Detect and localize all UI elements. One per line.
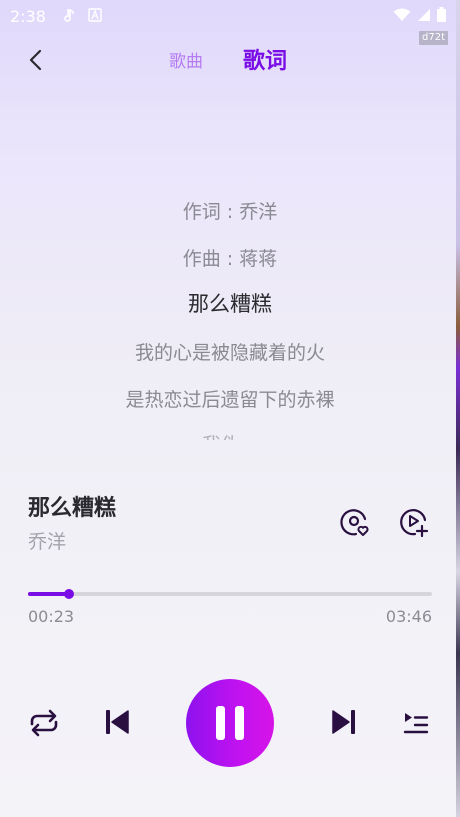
lyric-line[interactable]: 是热恋过后遗留下的赤裸 (0, 385, 460, 412)
skip-next-icon (332, 710, 355, 734)
playlist-button[interactable] (402, 710, 430, 736)
repeat-icon (30, 709, 58, 737)
lyric-line[interactable]: 我的心是被隐藏着的火 (0, 338, 460, 365)
skip-previous-icon (106, 710, 129, 734)
progress-thumb[interactable] (63, 589, 74, 599)
play-pause-button[interactable] (186, 679, 274, 767)
app-a-icon (88, 8, 104, 24)
lyrics-view[interactable]: 作词 : 乔洋 作曲 : 蒋蒋 那么糟糕 我的心是被隐藏着的火 是热恋过后遗留下… (0, 180, 460, 440)
lyric-line[interactable]: 作曲 : 蒋蒋 (0, 244, 460, 271)
lyric-line-current[interactable]: 那么糟糕 (0, 288, 460, 318)
lyric-line[interactable]: 我伪... (0, 430, 460, 440)
previous-button[interactable] (104, 708, 130, 736)
tab-song[interactable]: 歌曲 (169, 47, 203, 72)
signal-icon (417, 7, 431, 26)
tab-bar: 歌曲 歌词 (0, 36, 456, 82)
repeat-button[interactable] (26, 706, 62, 740)
pause-icon (211, 706, 249, 740)
progress-fill (28, 592, 69, 596)
song-artist[interactable]: 乔洋 (28, 527, 66, 554)
wifi-icon (393, 7, 411, 26)
header: 歌曲 歌词 (0, 36, 456, 82)
add-to-playlist-button[interactable] (397, 505, 431, 539)
current-time: 00:23 (28, 607, 75, 626)
player-screen: 2:38 d72t 歌曲 歌词 作词 : 乔洋 作曲: 蒋蒋 那么糟糕 我的心… (0, 0, 460, 817)
play-add-icon (400, 509, 429, 538)
progress-bar[interactable] (28, 589, 432, 599)
battery-icon (437, 6, 446, 26)
music-note-icon (60, 8, 76, 24)
tab-lyrics[interactable]: 歌词 (243, 43, 287, 75)
status-bar: 2:38 (0, 0, 456, 32)
status-right-icons (393, 6, 446, 26)
total-time: 03:46 (385, 607, 432, 626)
playlist-icon (403, 713, 429, 734)
song-title: 那么糟糕 (28, 496, 117, 521)
disc-heart-icon (340, 509, 369, 536)
lyric-line[interactable]: 作词 : 乔洋 (0, 197, 460, 224)
status-time: 2:38 (10, 6, 46, 26)
next-button[interactable] (331, 708, 357, 736)
favorite-button[interactable] (338, 505, 372, 539)
